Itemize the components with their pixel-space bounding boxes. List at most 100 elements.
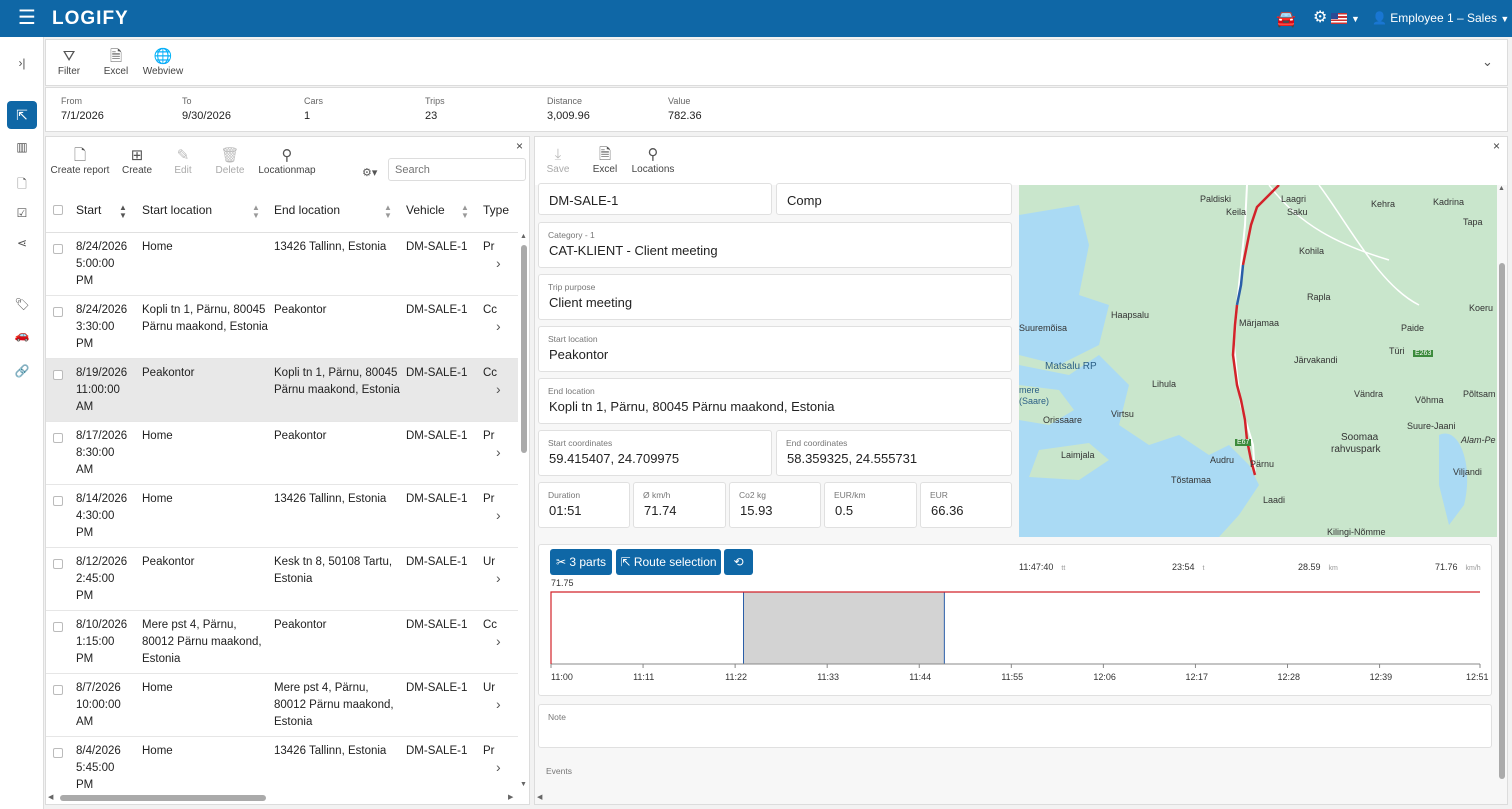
sort-icon[interactable]: ▲ ▼ xyxy=(384,204,392,220)
col-end-location-header[interactable]: End location xyxy=(274,187,340,233)
close-list-icon[interactable]: × xyxy=(516,139,523,153)
create-button[interactable]: ⊞ Create xyxy=(122,147,152,176)
nav-share-icon[interactable]: ⋖ xyxy=(12,236,32,250)
sort-icon[interactable]: ▲ ▼ xyxy=(252,204,260,220)
nav-chart-icon[interactable]: ▥ xyxy=(12,140,32,154)
row-expand-chevron-icon[interactable]: › xyxy=(496,759,501,775)
parts-button[interactable]: ✂ 3 parts xyxy=(550,549,612,575)
table-row[interactable]: 8/10/2026 1:15:00 PM Mere pst 4, Pärnu, 8001… xyxy=(46,611,518,674)
row-expand-chevron-icon[interactable]: › xyxy=(496,570,501,586)
car-field[interactable]: DM-SALE-1 xyxy=(538,183,772,215)
start-location-field[interactable]: Start location Peakontor xyxy=(538,326,1012,372)
nav-tag-icon[interactable]: 🏷 xyxy=(12,297,32,311)
row-checkbox[interactable] xyxy=(53,685,63,695)
sort-icon[interactable]: ▲ ▼ xyxy=(461,204,469,220)
table-row[interactable]: 8/12/2026 2:45:00 PM Peakontor Kesk tn 8, 50… xyxy=(46,548,518,611)
table-row[interactable]: 8/17/2026 8:30:00 AM Home Peakontor DM-SALE-1… xyxy=(46,422,518,485)
detail-vertical-scrollbar[interactable]: ▲ xyxy=(1497,185,1507,795)
row-expand-chevron-icon[interactable]: › xyxy=(496,255,501,271)
col-vehicle-header[interactable]: Vehicle xyxy=(406,187,445,233)
scroll-left-icon[interactable]: ◀ xyxy=(48,793,53,801)
swap-route-button[interactable]: ⟲ xyxy=(724,549,753,575)
table-row[interactable]: 8/14/2026 4:30:00 PM Home 13426 Tallinn, Est… xyxy=(46,485,518,548)
hamburger-menu-icon[interactable]: ☰ xyxy=(18,8,36,28)
collapse-chevron-icon[interactable]: ⌄ xyxy=(1482,54,1493,70)
scroll-up-icon[interactable]: ▲ xyxy=(520,233,527,240)
route-selection-button[interactable]: ⇱ Route selection xyxy=(616,549,721,575)
avg-speed-field[interactable]: Ø km/h 71.74 xyxy=(633,482,726,528)
car-icon[interactable]: 🚘 xyxy=(1276,9,1296,29)
scroll-right-icon[interactable]: ▶ xyxy=(508,793,513,801)
scroll-down-icon[interactable]: ▼ xyxy=(520,781,527,788)
row-checkbox[interactable] xyxy=(53,307,63,317)
duration-field[interactable]: Duration 01:51 xyxy=(538,482,630,528)
vertical-scrollbar[interactable]: ▲ ▼ xyxy=(520,233,528,791)
row-expand-chevron-icon[interactable]: › xyxy=(496,318,501,334)
horizontal-scrollbar[interactable]: ◀ ▶ xyxy=(48,793,518,803)
edit-button[interactable]: ✎ Edit xyxy=(171,147,195,176)
row-checkbox[interactable] xyxy=(53,433,63,443)
settings-gear-icon[interactable]: ⚙ xyxy=(1313,7,1327,27)
table-row[interactable]: 8/19/2026 11:00:00 AM Peakontor Kopli tn 1, … xyxy=(46,359,518,422)
table-row[interactable]: 8/24/2026 3:30:00 PM Kopli tn 1, Pärnu, 800… xyxy=(46,296,518,359)
webview-button[interactable]: 🌐 Webview xyxy=(141,48,185,77)
table-row[interactable]: 8/24/2026 5:00:00 PM Home 13426 Tallinn, Est… xyxy=(46,233,518,296)
delete-button[interactable]: 🗑 Delete xyxy=(214,147,246,176)
eur-field[interactable]: EUR 66.36 xyxy=(920,482,1012,528)
row-checkbox[interactable] xyxy=(53,370,63,380)
row-expand-chevron-icon[interactable]: › xyxy=(496,444,501,460)
category-field[interactable]: Category - 1 CAT-KLIENT - Client meeting xyxy=(538,222,1012,268)
row-checkbox[interactable] xyxy=(53,244,63,254)
end-location-field[interactable]: End location Kopli tn 1, Pärnu, 80045 Pär… xyxy=(538,378,1012,424)
trip-purpose-field[interactable]: Trip purpose Client meeting xyxy=(538,274,1012,320)
expand-rail-icon[interactable]: ›| xyxy=(12,56,32,70)
search-input[interactable] xyxy=(388,158,526,181)
col-start-location-header[interactable]: Start location xyxy=(142,187,212,233)
row-checkbox[interactable] xyxy=(53,496,63,506)
vertical-scroll-thumb[interactable] xyxy=(521,245,527,453)
route-map[interactable]: Paldiski Keila Laagri Saku Kehra Kadrina… xyxy=(1019,185,1497,537)
end-coordinates-field[interactable]: End coordinates 58.359325, 24.555731 xyxy=(776,430,1012,476)
create-report-button[interactable]: 🗋 Create report xyxy=(49,147,111,176)
row-expand-chevron-icon[interactable]: › xyxy=(496,696,501,712)
locations-button[interactable]: ⚲ Locations xyxy=(631,146,675,175)
excel-export-button[interactable]: 🗎 Excel xyxy=(102,48,130,77)
detail-scroll-thumb[interactable] xyxy=(1499,263,1505,779)
speed-chart[interactable] xyxy=(540,580,1490,670)
app-logo[interactable]: LOGIFY xyxy=(52,8,129,30)
start-coordinates-field[interactable]: Start coordinates 59.415407, 24.709975 xyxy=(538,430,772,476)
user-menu[interactable]: 👤 Employee 1 – Sales ▼ xyxy=(1372,11,1509,25)
us-flag-icon[interactable] xyxy=(1331,13,1347,24)
nav-trips-icon[interactable]: ⇱ xyxy=(7,101,37,129)
eur-per-km-field[interactable]: EUR/km 0.5 xyxy=(824,482,917,528)
sort-desc-icon[interactable]: ▲ ▼ xyxy=(119,204,127,220)
filter-button[interactable]: ⛛ Filter xyxy=(56,48,82,77)
language-caret-icon[interactable]: ▼ xyxy=(1351,14,1360,24)
nav-checklist-icon[interactable]: ☑ xyxy=(12,206,32,220)
table-row[interactable]: 8/7/2026 10:00:00 AM Home Mere pst 4, Pärnu,… xyxy=(46,674,518,737)
horizontal-scroll-thumb[interactable] xyxy=(60,795,266,801)
nav-document-icon[interactable]: 🗋 xyxy=(12,175,32,196)
row-expand-chevron-icon[interactable]: › xyxy=(496,633,501,649)
column-settings-gear-icon[interactable]: ⚙▾ xyxy=(362,166,377,179)
table-row[interactable]: 8/4/2026 5:45:00 PM Home 13426 Tallinn, Esto… xyxy=(46,737,518,793)
save-button[interactable]: ⤓ Save xyxy=(545,146,571,175)
type-field[interactable]: Comp xyxy=(776,183,1012,215)
locationmap-button[interactable]: ⚲ Locationmap xyxy=(256,147,318,176)
row-checkbox[interactable] xyxy=(53,748,63,758)
select-all-checkbox[interactable] xyxy=(53,205,63,215)
row-checkbox[interactable] xyxy=(53,559,63,569)
note-field[interactable]: Note xyxy=(538,704,1492,748)
row-expand-chevron-icon[interactable]: › xyxy=(496,507,501,523)
close-detail-icon[interactable]: × xyxy=(1493,139,1500,153)
scroll-left-icon[interactable]: ◀ xyxy=(537,793,542,801)
scroll-up-icon[interactable]: ▲ xyxy=(1498,185,1505,192)
nav-link-icon[interactable]: 🔗 xyxy=(12,364,32,378)
nav-car-icon[interactable]: 🚗 xyxy=(12,328,32,342)
co2-field[interactable]: Co2 kg 15.93 xyxy=(729,482,821,528)
detail-excel-button[interactable]: 🗎 Excel xyxy=(591,146,619,175)
col-start-header[interactable]: Start xyxy=(76,187,101,233)
row-expand-chevron-icon[interactable]: › xyxy=(496,381,501,397)
col-type-header[interactable]: Type xyxy=(483,187,509,233)
row-checkbox[interactable] xyxy=(53,622,63,632)
